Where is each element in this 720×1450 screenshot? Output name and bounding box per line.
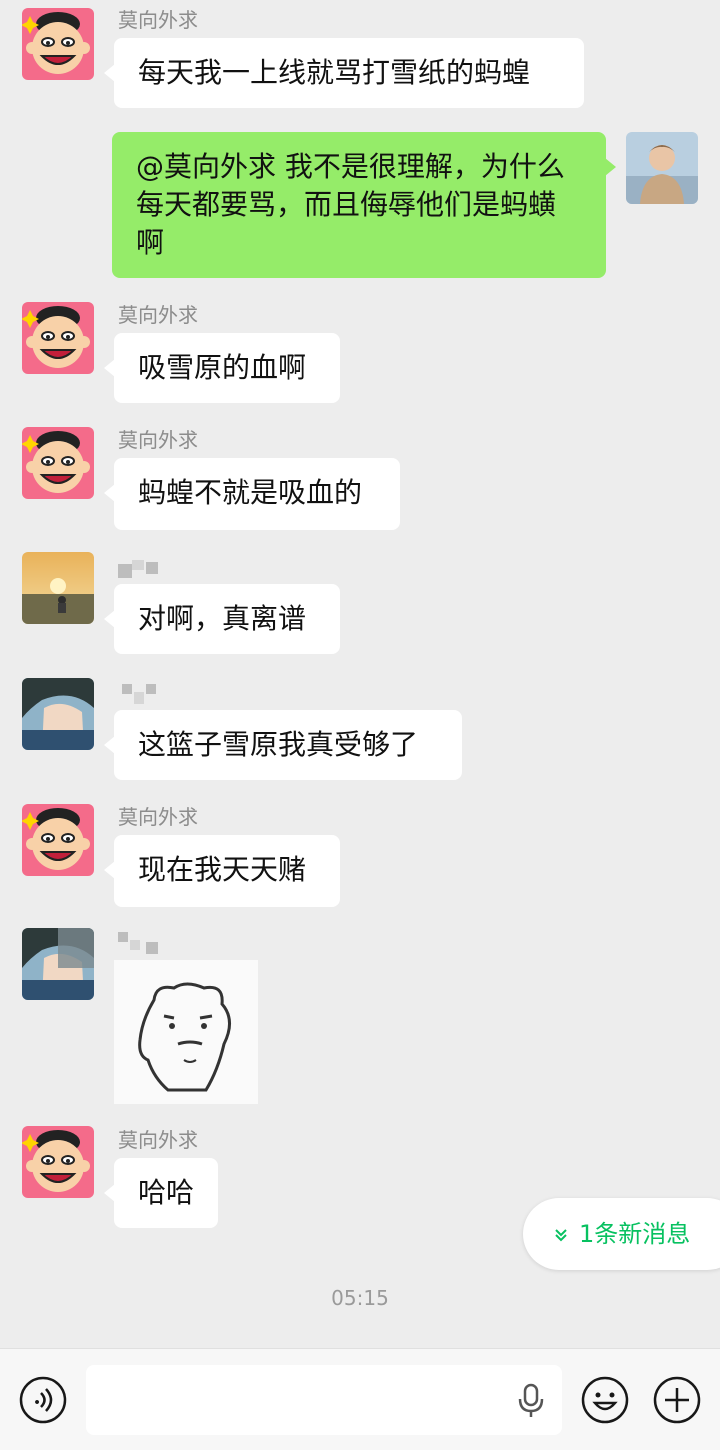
message-bubble[interactable]: 每天我一上线就骂打雪纸的蚂蝗 xyxy=(104,38,584,108)
message-bubble[interactable]: 现在我天天赌 xyxy=(104,835,340,907)
sender-name: 莫向外求 xyxy=(118,1128,198,1152)
sender-name: 莫向外求 xyxy=(118,303,198,327)
my-avatar[interactable] xyxy=(626,132,698,204)
sender-name: 莫向外求 xyxy=(118,805,198,829)
message-bubble[interactable]: 蚂蝗不就是吸血的 xyxy=(104,458,400,530)
avatar[interactable] xyxy=(22,302,94,374)
more-button[interactable] xyxy=(652,1375,702,1425)
pixelated-sender-name xyxy=(118,684,198,706)
message-bubble[interactable]: 这篮子雪原我真受够了 xyxy=(104,710,462,780)
voice-toggle-icon xyxy=(19,1376,67,1424)
message-input[interactable] xyxy=(86,1365,562,1435)
sender-name: 莫向外求 xyxy=(118,8,198,32)
sticker-image[interactable] xyxy=(114,960,258,1104)
new-messages-label: 1条新消息 xyxy=(579,1220,691,1248)
my-message-bubble[interactable]: @莫向外求 我不是很理解，为什么每天都要骂，而且侮辱他们是蚂蟥啊 xyxy=(112,132,616,278)
voice-toggle-button[interactable] xyxy=(18,1375,68,1425)
chat-message-list[interactable]: 莫向外求 每天我一上线就骂打雪纸的蚂蝗 @莫向外求 我不是很理解，为什么每天都要… xyxy=(0,0,720,1348)
new-messages-button[interactable]: 1条新消息 xyxy=(523,1198,720,1270)
avatar[interactable] xyxy=(22,804,94,876)
message-bubble[interactable]: 哈哈 xyxy=(104,1158,218,1228)
emoji-button[interactable] xyxy=(580,1375,630,1425)
avatar[interactable] xyxy=(22,928,94,1000)
pixelated-sender-name xyxy=(118,932,198,954)
message-bubble[interactable]: 吸雪原的血啊 xyxy=(104,333,340,403)
avatar[interactable] xyxy=(22,8,94,80)
plus-icon xyxy=(653,1376,701,1424)
avatar[interactable] xyxy=(22,552,94,624)
input-bar xyxy=(0,1348,720,1450)
microphone-icon[interactable] xyxy=(516,1383,546,1419)
emoji-icon xyxy=(581,1376,629,1424)
avatar[interactable] xyxy=(22,427,94,499)
avatar[interactable] xyxy=(22,678,94,750)
double-chevron-down-icon xyxy=(553,1199,579,1271)
pixelated-sender-name xyxy=(118,560,198,582)
sender-name: 莫向外求 xyxy=(118,428,198,452)
avatar[interactable] xyxy=(22,1126,94,1198)
message-bubble[interactable]: 对啊，真离谱 xyxy=(104,584,340,654)
timestamp: 05:15 xyxy=(331,1286,389,1310)
